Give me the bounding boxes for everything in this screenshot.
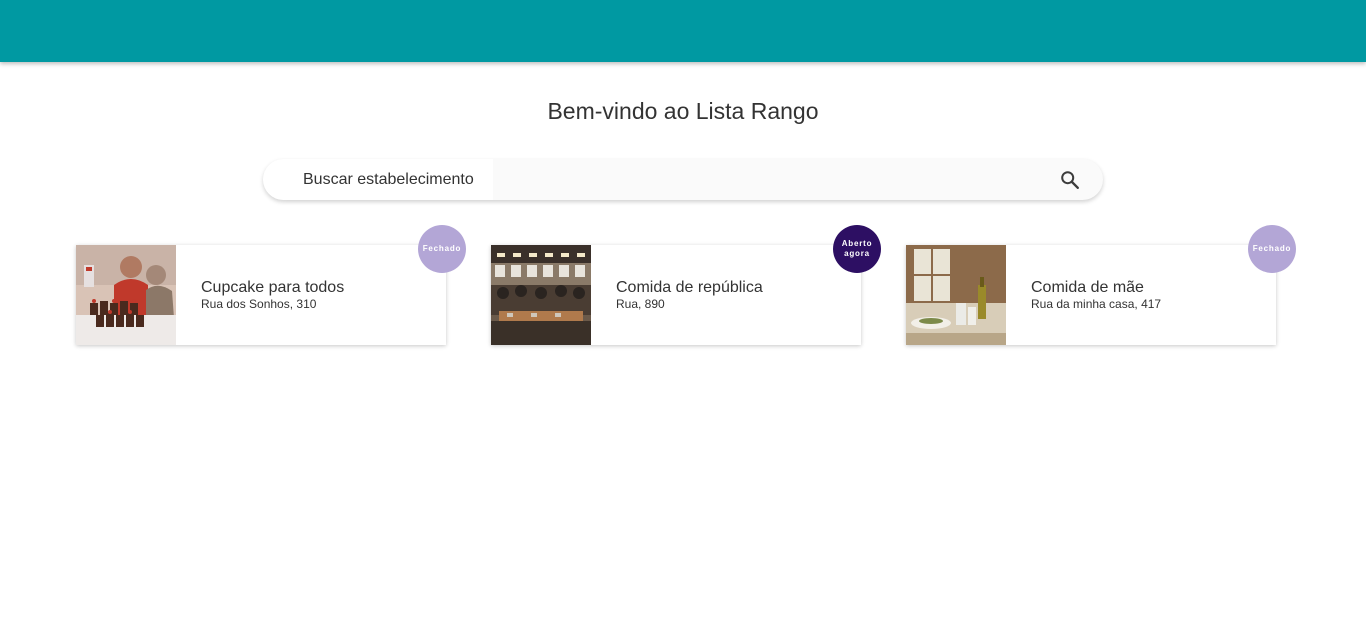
restaurant-card[interactable]: Comida de república Rua, 890 Aberto agor… (491, 225, 881, 345)
page-title: Bem-vindo ao Lista Rango (547, 98, 819, 124)
search-input[interactable] (495, 159, 1035, 200)
table-setting-photo (906, 245, 1006, 345)
restaurant-address: Rua, 890 (616, 297, 665, 311)
restaurant-card[interactable]: Comida de mãe Rua da minha casa, 417 Fec… (906, 225, 1296, 345)
top-app-bar (0, 0, 1366, 62)
restaurant-name: Comida de mãe (1031, 279, 1144, 296)
restaurant-interior-photo (491, 245, 591, 345)
status-badge: Fechado (418, 225, 466, 273)
search-bar: Buscar estabelecimento (263, 159, 1103, 200)
restaurant-card[interactable]: Cupcake para todos Rua dos Sonhos, 310 F… (76, 225, 466, 345)
status-badge: Aberto agora (833, 225, 881, 273)
search-label: Buscar estabelecimento (303, 171, 474, 188)
cupcakes-photo (76, 245, 176, 345)
search-icon[interactable] (1059, 169, 1081, 191)
search-label-box: Buscar estabelecimento (263, 159, 493, 200)
restaurant-address: Rua da minha casa, 417 (1031, 297, 1162, 311)
status-badge: Fechado (1248, 225, 1296, 273)
restaurant-address: Rua dos Sonhos, 310 (201, 297, 317, 311)
restaurant-name: Comida de república (616, 279, 763, 296)
restaurant-name: Cupcake para todos (201, 279, 345, 296)
